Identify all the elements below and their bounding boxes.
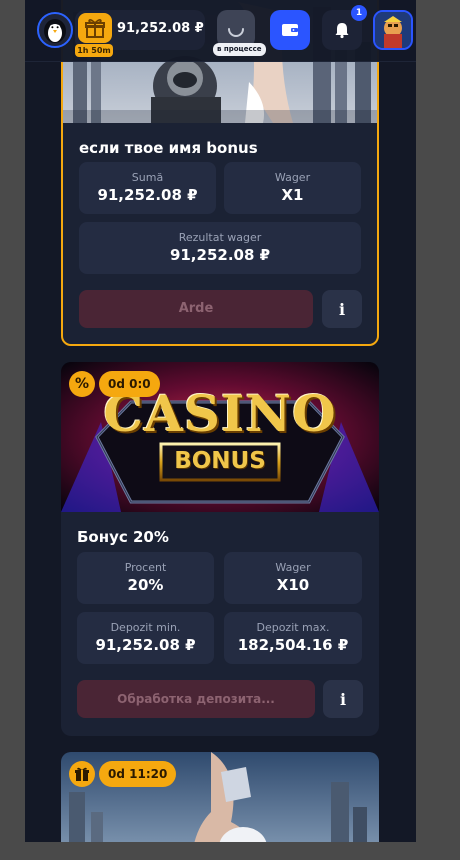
stat-deposit-min: Depozit min. 91,252.08 ₽ (77, 612, 214, 664)
spinner-icon (228, 28, 244, 37)
stat-label: Depozit min. (110, 621, 181, 634)
gift-timer: 1h 50m (75, 44, 113, 57)
stat-label: Wager (275, 561, 311, 574)
stat-value: 91,252.08 ₽ (97, 186, 198, 204)
stat-label: Sumă (131, 171, 164, 184)
stat-wager: Wager X10 (224, 552, 362, 604)
bonus-card: CASINO BONUS % 0d 0:0 Бонус 20% Procent … (61, 362, 379, 736)
balance-amount: 91,252.08 ₽ (117, 21, 204, 36)
bell-icon (335, 23, 349, 39)
stat-value: 91,252.08 ₽ (169, 246, 271, 264)
bonus-title: Бонус 20% (77, 528, 169, 546)
stat-label: Rezultat wager (178, 231, 262, 244)
penguin-icon (44, 19, 66, 43)
stat-value: 182,504.16 ₽ (237, 636, 349, 654)
info-button[interactable]: i (323, 680, 363, 718)
balance-widget[interactable]: 1h 50m 91,252.08 ₽ (75, 10, 205, 57)
stat-percent: Procent 20% (77, 552, 214, 604)
stat-deposit-max: Depozit max. 182,504.16 ₽ (224, 612, 362, 664)
stat-value: 20% (127, 576, 164, 594)
bonus-title: если твое имя bonus (79, 139, 258, 157)
bonus-feed[interactable]: если твое имя bonus Sumă 91,252.08 ₽ Wag… (25, 0, 416, 842)
stat-wager: Wager X1 (224, 162, 361, 214)
wallet-icon (282, 24, 298, 36)
gift-icon (69, 761, 95, 787)
deposit-processing-button[interactable]: Обработка депозита... (77, 680, 315, 718)
app-frame: если твое имя bonus Sumă 91,252.08 ₽ Wag… (25, 0, 416, 842)
stat-label: Depozit max. (256, 621, 330, 634)
profile-avatar-button[interactable] (373, 10, 413, 50)
banner-subtitle: BONUS (174, 448, 266, 474)
stat-wager-result: Rezultat wager 91,252.08 ₽ (79, 222, 361, 274)
stat-value: X10 (276, 576, 310, 594)
gift-icon (85, 19, 105, 38)
stat-value: 91,252.08 ₽ (95, 636, 196, 654)
stat-label: Procent (124, 561, 167, 574)
stat-amount: Sumă 91,252.08 ₽ (79, 162, 216, 214)
wallet-button[interactable] (270, 10, 310, 50)
stat-value: X1 (281, 186, 304, 204)
profile-avatar-image (375, 12, 411, 48)
timer-badge: 0d 11:20 (99, 761, 177, 787)
percent-icon: % (69, 371, 95, 397)
top-bar: 1h 50m 91,252.08 ₽ в процессе 1 (25, 0, 416, 62)
notification-count-badge: 1 (351, 5, 367, 21)
processing-label: в процессе (213, 43, 266, 56)
stat-label: Wager (274, 171, 311, 184)
bonus-card: 0d 11:20 (61, 752, 379, 842)
avatar[interactable] (37, 12, 73, 48)
gift-button[interactable] (78, 13, 112, 43)
timer-badge: 0d 0:0 (99, 371, 160, 397)
info-button[interactable]: i (322, 290, 362, 328)
burn-button[interactable]: Arde (79, 290, 313, 328)
